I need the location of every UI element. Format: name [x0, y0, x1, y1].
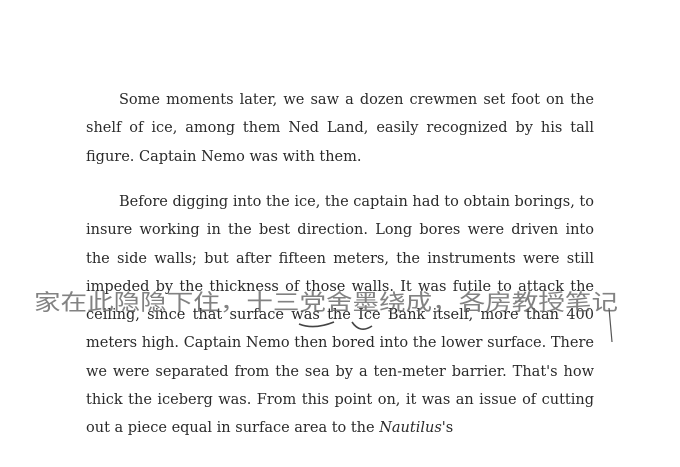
document-page: Some moments later, we saw a dozen crewm… — [0, 0, 680, 467]
paragraph-2-text-start: Before digging into the ice, the captain… — [86, 194, 594, 437]
ink-stroke — [608, 307, 613, 343]
paragraph-1-text: Some moments later, we saw a dozen crewm… — [86, 92, 594, 165]
paragraph-2-text: Before digging into the ice, the captain… — [86, 188, 594, 443]
paragraph-1: Some moments later, we saw a dozen crewm… — [86, 86, 594, 171]
paragraph-2-text-end: 's — [441, 420, 454, 437]
ship-name-italic: Nautilus — [379, 420, 442, 437]
paragraph-2: Before digging into the ice, the captain… — [86, 188, 594, 443]
